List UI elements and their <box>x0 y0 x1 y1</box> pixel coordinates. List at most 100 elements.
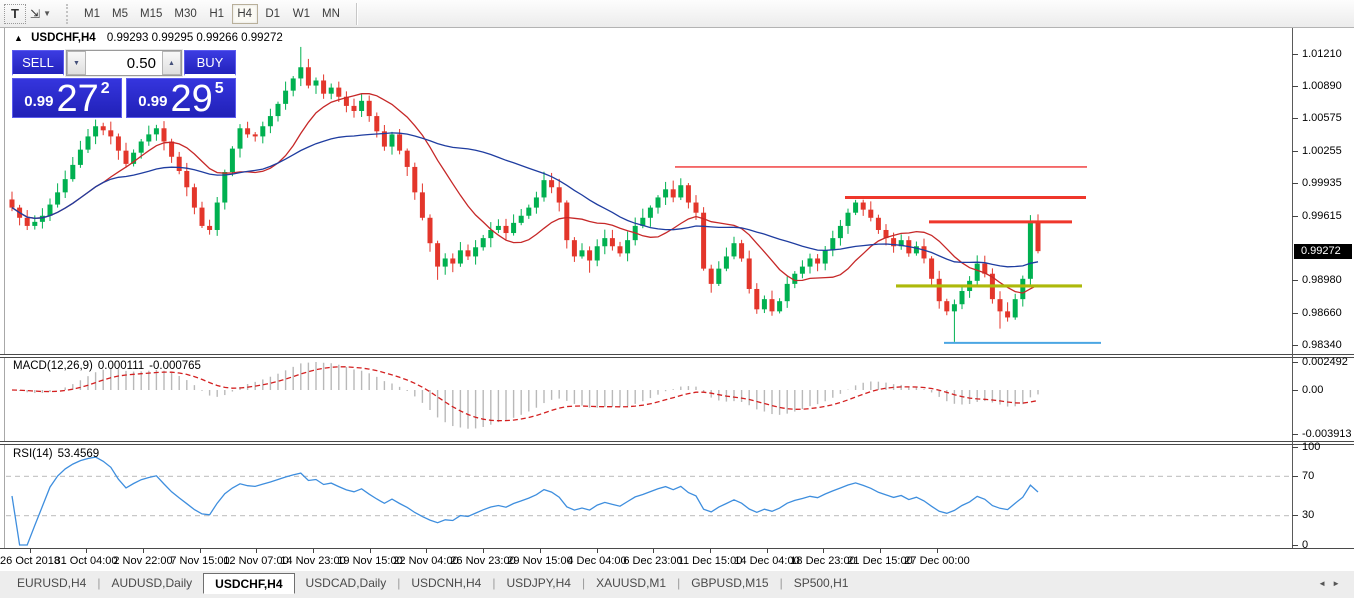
macd-axis-tick-mark <box>1292 434 1298 435</box>
pane-splitter[interactable] <box>0 354 1354 358</box>
timeframe-button-MN[interactable]: MN <box>317 4 345 24</box>
date-label: 21 Dec 15:00 <box>847 555 912 567</box>
macd-axis-label: -0.003913 <box>1302 428 1352 440</box>
date-label: 14 Nov 23:00 <box>280 555 345 567</box>
rsi-axis-tick-mark <box>1292 545 1298 546</box>
date-tick <box>653 549 654 553</box>
timeframe-button-H4[interactable]: H4 <box>232 4 258 24</box>
rsi-axis-tick-mark <box>1292 515 1298 516</box>
macd-axis-label: 0.002492 <box>1302 356 1348 368</box>
buy-price-big: 29 <box>171 84 213 114</box>
buy-button[interactable]: BUY <box>184 50 236 76</box>
price-axis-label: 0.99615 <box>1302 210 1342 222</box>
chart-tab-XAUUSD-M1[interactable]: XAUUSD,M1 <box>585 573 677 594</box>
arrows-tool-button[interactable]: ⇲ ▼ <box>26 4 56 24</box>
price-axis-label: 1.00575 <box>1302 112 1342 124</box>
date-tick <box>710 549 711 553</box>
date-label: 11 Dec 15:00 <box>678 555 743 567</box>
one-click-trading-panel: SELL ▼ ▲ BUY 0.99 27 2 0.99 29 5 <box>12 50 236 118</box>
price-axis-tick-mark <box>1292 216 1298 217</box>
chart-tab-GBPUSD-M15[interactable]: GBPUSD,M15 <box>680 573 779 594</box>
date-label: 7 Nov 15:00 <box>170 555 229 567</box>
volume-decrease-button[interactable]: ▼ <box>67 51 86 75</box>
price-axis-tick-mark <box>1292 54 1298 55</box>
collapse-panel-icon[interactable]: ▲ <box>14 33 23 43</box>
buy-price-sup: 5 <box>215 80 224 98</box>
text-tool-button[interactable]: T <box>4 4 26 24</box>
price-axis-label: 0.99935 <box>1302 177 1342 189</box>
sell-price-box[interactable]: 0.99 27 2 <box>12 78 122 118</box>
date-tick <box>483 549 484 553</box>
date-tick <box>370 549 371 553</box>
rsi-axis-label: 100 <box>1302 441 1320 453</box>
scroll-left-icon: ◄ <box>1318 579 1332 588</box>
price-axis-label: 0.98980 <box>1302 274 1342 286</box>
scroll-right-icon: ► <box>1332 579 1346 588</box>
sell-button[interactable]: SELL <box>12 50 64 76</box>
volume-spinner: ▼ ▲ <box>66 50 182 76</box>
date-tick <box>823 549 824 553</box>
toolbar-grip[interactable] <box>66 4 70 24</box>
price-axis-tick-mark <box>1292 313 1298 314</box>
date-label: 29 Nov 15:00 <box>507 555 572 567</box>
rsi-pane[interactable] <box>0 445 1354 548</box>
price-axis-label: 1.00255 <box>1302 145 1342 157</box>
macd-axis-label: 0.00 <box>1302 384 1323 396</box>
date-tick <box>143 549 144 553</box>
current-price-tag: 0.99272 <box>1294 244 1352 259</box>
mt4-window: T ⇲ ▼ M1M5M15M30H1H4D1W1MN ▲ USDCHF,H4 0… <box>0 0 1354 598</box>
date-label: 26 Nov 23:00 <box>450 555 515 567</box>
chart-tab-bar: EURUSD,H4|AUDUSD,DailyUSDCHF,H4USDCAD,Da… <box>0 570 1354 598</box>
date-label: 2 Nov 22:00 <box>113 555 172 567</box>
timeframe-button-M30[interactable]: M30 <box>169 4 201 24</box>
timeframe-button-M5[interactable]: M5 <box>107 4 133 24</box>
rsi-axis-label: 30 <box>1302 509 1314 521</box>
macd-axis-tick-mark <box>1292 362 1298 363</box>
timeframe-button-M1[interactable]: M1 <box>79 4 105 24</box>
price-axis-line <box>1292 28 1293 548</box>
chart-tab-USDCNH-H4[interactable]: USDCNH,H4 <box>400 573 492 594</box>
timeframe-button-H1[interactable]: H1 <box>204 4 230 24</box>
price-axis-label: 0.98660 <box>1302 307 1342 319</box>
price-axis-label: 0.98340 <box>1302 339 1342 351</box>
price-axis-label: 1.00890 <box>1302 80 1342 92</box>
timeframe-button-M15[interactable]: M15 <box>135 4 167 24</box>
timeframe-button-W1[interactable]: W1 <box>288 4 315 24</box>
rsi-axis-tick-mark <box>1292 447 1298 448</box>
rsi-axis-tick-mark <box>1292 476 1298 477</box>
macd-axis-tick-mark <box>1292 390 1298 391</box>
date-label: 18 Dec 23:00 <box>790 555 855 567</box>
toolbar-separator <box>356 3 357 25</box>
date-label: 27 Dec 00:00 <box>904 555 969 567</box>
chart-tab-USDCHF-H4[interactable]: USDCHF,H4 <box>203 573 294 594</box>
timeframe-button-D1[interactable]: D1 <box>260 4 286 24</box>
volume-increase-button[interactable]: ▲ <box>162 51 181 75</box>
symbol-period-label: USDCHF,H4 <box>31 32 96 44</box>
price-axis-tick-mark <box>1292 280 1298 281</box>
tab-scroll-arrows[interactable]: ◄► <box>1318 579 1346 588</box>
toolbar: T ⇲ ▼ M1M5M15M30H1H4D1W1MN <box>0 0 1354 28</box>
date-label: 12 Nov 07:00 <box>223 555 288 567</box>
buy-price-prefix: 0.99 <box>138 93 167 110</box>
buy-price-box[interactable]: 0.99 29 5 <box>126 78 236 118</box>
date-axis[interactable]: 26 Oct 201831 Oct 04:002 Nov 22:007 Nov … <box>0 548 1354 570</box>
price-axis-tick-mark <box>1292 345 1298 346</box>
price-axis-tick-mark <box>1292 183 1298 184</box>
arrows-icon: ⇲ <box>30 7 41 21</box>
sell-price-big: 27 <box>57 84 99 114</box>
chart-tab-USDJPY-H4[interactable]: USDJPY,H4 <box>495 573 581 594</box>
pane-splitter[interactable] <box>0 441 1354 445</box>
chart-tab-SP500-H1[interactable]: SP500,H1 <box>783 573 860 594</box>
date-tick <box>880 549 881 553</box>
chart-tab-AUDUSD-Daily[interactable]: AUDUSD,Daily <box>100 573 203 594</box>
sell-price-sup: 2 <box>101 80 110 98</box>
volume-input[interactable] <box>86 51 162 75</box>
date-tick <box>937 549 938 553</box>
date-tick <box>540 549 541 553</box>
date-label: 6 Dec 23:00 <box>623 555 682 567</box>
rsi-axis-label: 0 <box>1302 539 1308 551</box>
chevron-down-icon: ▼ <box>43 9 52 18</box>
chart-tab-USDCAD-Daily[interactable]: USDCAD,Daily <box>295 573 398 594</box>
chart-tab-EURUSD-H4[interactable]: EURUSD,H4 <box>6 573 97 594</box>
date-label: 31 Oct 04:00 <box>55 555 118 567</box>
